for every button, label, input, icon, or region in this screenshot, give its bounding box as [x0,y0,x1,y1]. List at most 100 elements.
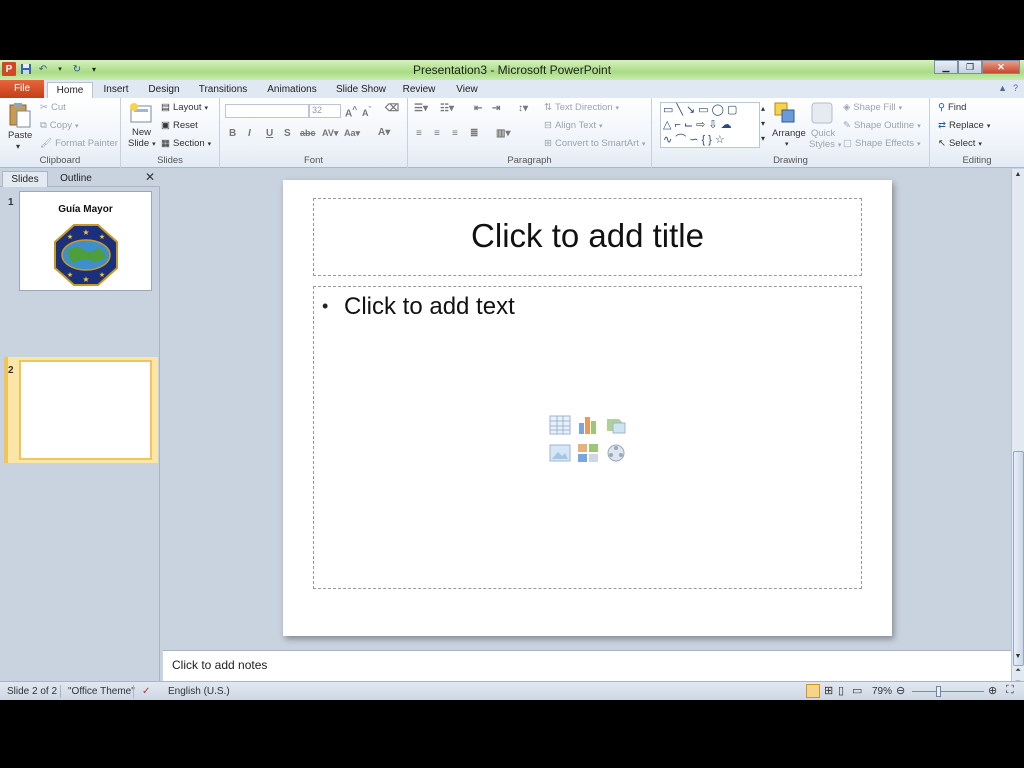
paste-icon[interactable] [8,102,32,131]
insert-media-icon[interactable] [602,439,630,467]
scroll-down-icon[interactable]: ▼ [1012,653,1024,660]
zoom-slider-track[interactable] [912,691,984,692]
justify-icon[interactable]: ≣ [470,128,478,139]
align-center-icon[interactable]: ≡ [434,128,440,139]
cut-button[interactable]: ✂ Cut [40,102,66,113]
tab-slides[interactable]: Slides [2,171,48,187]
zoom-out-icon[interactable]: ⊖ [896,684,905,697]
line-shape-icon[interactable]: ╲ [676,104,686,116]
zoom-level[interactable]: 79% [872,686,892,697]
wave-shape-icon[interactable]: ∽ [689,134,701,146]
bold-icon[interactable]: B [229,128,236,139]
restore-button[interactable]: ❐ [958,60,982,74]
minimize-button[interactable]: ▁ [934,60,958,74]
spell-check-icon[interactable]: ✓ [142,686,150,697]
tab-transitions[interactable]: Transitions [194,82,252,98]
insert-picture-icon[interactable] [546,439,574,467]
arrange-dropdown-icon[interactable]: ▾ [785,140,789,148]
character-spacing-icon[interactable]: AV▾ [322,128,338,139]
shapes-scroll[interactable]: ▴ ▾ ▾ [761,104,765,143]
paste-dropdown-icon[interactable]: ▾ [16,142,20,151]
columns-icon[interactable]: ▥▾ [496,128,510,139]
connector-shape-icon[interactable]: ⌐ [674,119,683,131]
tab-slide-show[interactable]: Slide Show [332,82,390,98]
reading-view-icon[interactable]: ▯ [838,684,844,697]
font-name-box[interactable] [225,104,309,118]
clear-formatting-icon[interactable]: ⌫ [385,103,399,114]
title-placeholder[interactable]: Click to add title [313,198,862,276]
change-case-icon[interactable]: Aa▾ [344,128,360,139]
curve-shape-icon[interactable]: ∿ [663,134,675,146]
tab-home[interactable]: Home [47,82,93,98]
quick-styles-label-1[interactable]: Quick [811,128,835,139]
help-icon[interactable]: ? [1013,83,1018,93]
text-direction-button[interactable]: ⇅ Text Direction ▾ [544,102,619,113]
strikethrough-icon[interactable]: abc [300,128,316,138]
down-arrow-shape-icon[interactable]: ⇩ [708,119,720,131]
copy-button[interactable]: ⧉ Copy ▾ [40,120,79,131]
new-slide-label-1[interactable]: New [132,127,151,138]
tab-view[interactable]: View [450,82,484,98]
paste-button[interactable]: Paste [8,130,32,141]
quick-styles-button[interactable]: Styles ▾ [809,139,841,150]
brace-close-shape-icon[interactable]: } [708,134,715,146]
font-size-box[interactable]: 32 [309,104,341,118]
layout-button[interactable]: ▤ Layout ▾ [161,102,208,113]
line-spacing-icon[interactable]: ↕▾ [518,103,528,114]
slide-sorter-icon[interactable]: ⊞ [824,684,833,697]
tab-animations[interactable]: Animations [262,82,322,98]
minimize-ribbon-icon[interactable]: ▲ [998,83,1007,93]
tab-file[interactable]: File [0,80,44,98]
theme-name[interactable]: "Office Theme" [68,686,135,697]
close-button[interactable]: ✕ [982,60,1020,74]
replace-button[interactable]: ⇄ Replace ▾ [938,120,990,131]
section-button[interactable]: ▦ Section ▾ [161,138,211,149]
previous-slide-icon[interactable]: ⏶ [1012,667,1024,675]
reset-button[interactable]: ▣ Reset [161,120,198,131]
shape-outline-button[interactable]: ✎ Shape Outline ▾ [843,120,921,131]
oval-shape-icon[interactable]: ◯ [712,104,727,116]
scroll-up-icon[interactable]: ▲ [1012,171,1024,178]
insert-smartart-icon[interactable] [602,411,630,439]
rectangle-shape-icon[interactable]: ▭ [698,104,711,116]
arc-shape-icon[interactable]: ⌒ [675,134,689,146]
shapes-gallery[interactable]: ▭╲↘▭◯▢ △⌐⌙⇨⇩☁ ∿⌒∽{}☆ [660,102,760,148]
tab-design[interactable]: Design [143,82,185,98]
insert-table-icon[interactable] [546,411,574,439]
zoom-in-icon[interactable]: ⊕ [988,684,997,697]
right-arrow-shape-icon[interactable]: ⇨ [696,119,708,131]
underline-icon[interactable]: U [266,128,273,139]
tab-outline[interactable]: Outline [52,171,100,187]
align-right-icon[interactable]: ≡ [452,128,458,139]
elbow-shape-icon[interactable]: ⌙ [684,119,696,131]
arrow-line-shape-icon[interactable]: ↘ [686,104,698,116]
italic-icon[interactable]: I [248,128,251,139]
rounded-rect-shape-icon[interactable]: ▢ [727,104,740,116]
tab-insert[interactable]: Insert [97,82,135,98]
decrease-indent-icon[interactable]: ⇤ [474,103,482,114]
grow-font-icon[interactable]: A^ [345,104,357,119]
format-painter-button[interactable]: 🖌 Format Painter [40,138,118,149]
language[interactable]: English (U.S.) [168,686,230,697]
normal-view-icon[interactable] [806,684,820,698]
slide-thumbnail-2[interactable] [19,360,152,460]
quick-styles-icon[interactable] [810,101,834,128]
fit-to-window-icon[interactable]: ⛶ [1006,684,1014,697]
zoom-slider-knob[interactable] [936,686,941,697]
shape-effects-button[interactable]: ▢ Shape Effects ▾ [843,138,920,149]
vertical-scrollbar[interactable]: ▲ ▼ ⏶ ⏷ [1011,169,1024,694]
notes-pane[interactable]: Click to add notes [163,650,1011,681]
convert-smartart-button[interactable]: ⊞ Convert to SmartArt ▾ [544,138,645,149]
arrange-icon[interactable] [773,101,797,128]
align-text-button[interactable]: ⊟ Align Text ▾ [544,120,603,131]
shape-fill-button[interactable]: ◈ Shape Fill ▾ [843,102,902,113]
font-color-icon[interactable]: A▾ [378,127,390,138]
tab-review[interactable]: Review [400,82,438,98]
star-shape-icon[interactable]: ☆ [715,134,728,146]
close-pane-icon[interactable]: ✕ [145,170,155,184]
new-slide-button[interactable]: Slide ▾ [128,138,156,149]
shrink-font-icon[interactable]: Aˇ [362,105,371,118]
find-button[interactable]: ⚲ Find [938,102,966,113]
triangle-shape-icon[interactable]: △ [663,119,674,131]
arrange-button[interactable]: Arrange [772,128,806,139]
